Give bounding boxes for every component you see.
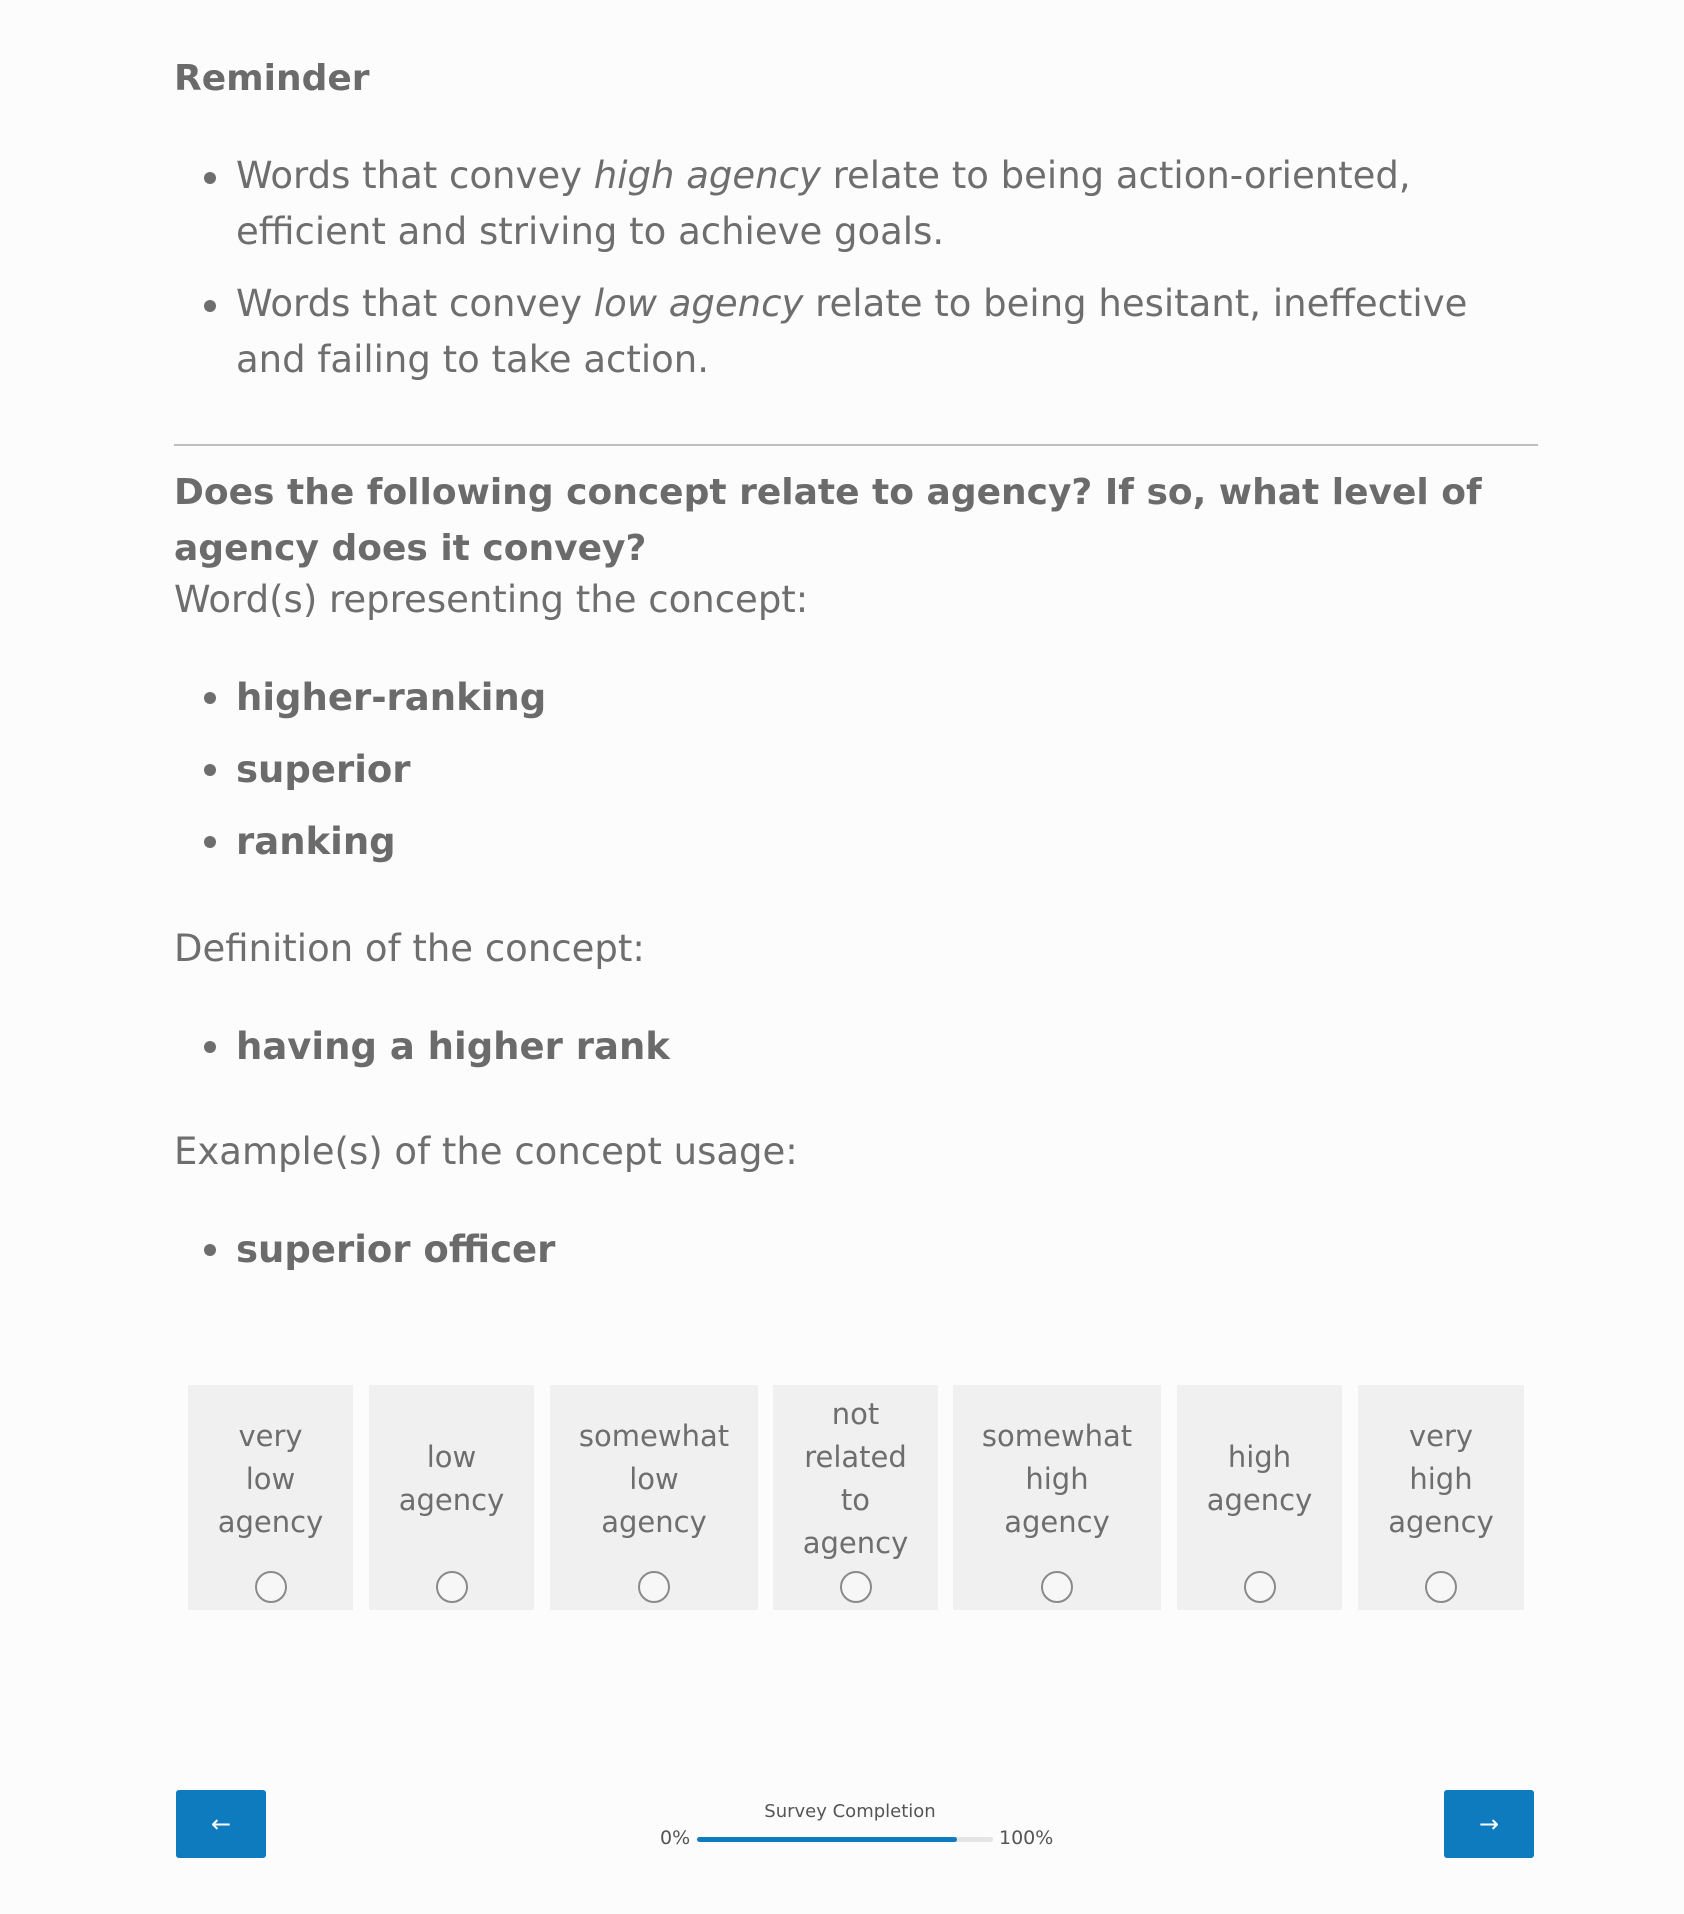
arrow-right-icon: → (1478, 1810, 1500, 1838)
option-label: somewhat low agency (578, 1418, 730, 1539)
agency-rating-scale: very low agency low agency somewhat low agenc… (188, 1385, 1524, 1610)
radio-button[interactable] (435, 1571, 468, 1603)
option-label: very high agency (1388, 1418, 1494, 1539)
option-low-agency[interactable]: low agency (369, 1385, 534, 1610)
radio-button[interactable] (1243, 1571, 1276, 1603)
radio-button[interactable] (1041, 1571, 1073, 1603)
reminder-emphasis: high agency (593, 154, 821, 197)
example-item: superior officer (204, 1222, 555, 1294)
reminder-title: Reminder (174, 58, 370, 99)
bullet-icon (204, 1041, 216, 1053)
progress-min-label: 0% (660, 1827, 691, 1849)
bullet-icon (204, 836, 216, 848)
option-label: somewhat high agency (981, 1418, 1133, 1539)
bullet-icon (204, 764, 216, 776)
examples-label: Example(s) of the concept usage: (174, 1130, 798, 1173)
radio-button[interactable] (1425, 1571, 1457, 1603)
option-somewhat-low-agency[interactable]: somewhat low agency (550, 1385, 758, 1610)
progress-title: Survey Completion (764, 1801, 936, 1822)
bullet-icon (204, 692, 216, 704)
option-very-low-agency[interactable]: very low agency (188, 1385, 353, 1610)
option-label: low agency (398, 1440, 505, 1517)
arrow-left-icon: ← (210, 1810, 232, 1838)
back-button[interactable]: ← (176, 1790, 266, 1858)
option-label: very low agency (217, 1418, 324, 1539)
definition-list: having a higher rank (174, 1019, 670, 1091)
reminder-item-high-agency: Words that convey high agency relate to … (204, 148, 1536, 260)
radio-button[interactable] (254, 1571, 287, 1603)
examples-list: superior officer (174, 1222, 555, 1294)
radio-button[interactable] (839, 1571, 872, 1603)
option-high-agency[interactable]: high agency (1177, 1385, 1342, 1610)
words-list: higher-ranking superior ranking (174, 670, 546, 886)
radio-button[interactable] (638, 1571, 670, 1603)
bullet-icon (204, 172, 216, 184)
reminder-item-low-agency: Words that convey low agency relate to b… (204, 276, 1536, 388)
reminder-text: Words that convey (236, 282, 594, 325)
option-label: not related to agency (802, 1397, 909, 1560)
next-button[interactable]: → (1444, 1790, 1534, 1858)
words-label: Word(s) representing the concept: (174, 578, 809, 621)
word-item: ranking (204, 814, 546, 886)
divider (174, 444, 1538, 446)
progress-bar-fill (697, 1837, 958, 1842)
question-text: Does the following concept relate to age… (174, 472, 1482, 569)
definition-item: having a higher rank (204, 1019, 670, 1091)
reminder-text: Words that convey (236, 154, 594, 197)
option-very-high-agency[interactable]: very high agency (1358, 1385, 1524, 1610)
bullet-icon (204, 1244, 216, 1256)
bullet-icon (204, 300, 216, 312)
progress-bar (697, 1837, 993, 1842)
option-label: high agency (1206, 1440, 1313, 1517)
word-item: higher-ranking (204, 670, 546, 742)
word-item: superior (204, 742, 546, 814)
progress-max-label: 100% (999, 1827, 1054, 1849)
reminder-emphasis: low agency (593, 282, 804, 325)
definition-label: Definition of the concept: (174, 927, 645, 970)
option-somewhat-high-agency[interactable]: somewhat high agency (953, 1385, 1161, 1610)
reminder-list: Words that convey high agency relate to … (174, 148, 1536, 404)
option-not-related-to-agency[interactable]: not related to agency (773, 1385, 938, 1610)
